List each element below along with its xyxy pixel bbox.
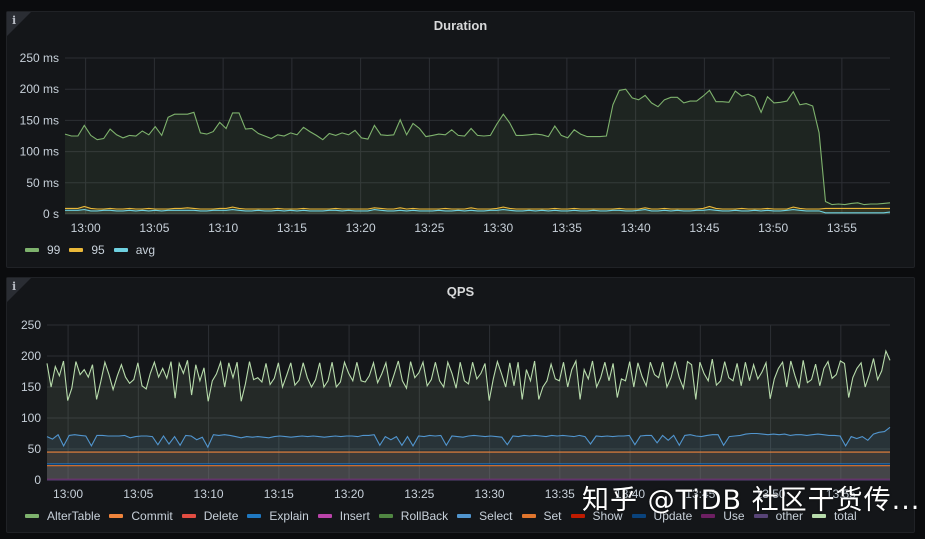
legend-label: 99 [47, 243, 61, 257]
legend-item-explain[interactable]: Explain [247, 509, 309, 523]
y-tick-label: 200 [21, 349, 41, 363]
legend-item-altertable[interactable]: AlterTable [25, 509, 100, 523]
y-tick-label: 50 [28, 442, 42, 456]
legend-swatch [25, 514, 39, 518]
x-tick-label: 13:55 [827, 221, 857, 235]
x-tick-label: 13:35 [552, 221, 582, 235]
legend-swatch [457, 514, 472, 518]
x-tick-label: 13:35 [545, 487, 575, 501]
legend-item-select[interactable]: Select [457, 509, 513, 523]
legend-item-delete[interactable]: Delete [181, 509, 239, 523]
legend-item-set[interactable]: Set [521, 509, 562, 523]
y-tick-label: 150 ms [20, 113, 59, 127]
legend-label: Select [479, 509, 513, 523]
x-tick-label: 13:05 [139, 221, 169, 235]
legend-item-rollback[interactable]: RollBack [378, 509, 449, 523]
x-tick-label: 13:25 [414, 221, 444, 235]
x-tick-label: 13:30 [475, 487, 505, 501]
legend-label: Set [543, 509, 562, 523]
x-tick-label: 13:20 [346, 221, 376, 235]
legend-swatch [181, 514, 196, 518]
y-tick-label: 0 s [43, 207, 59, 221]
duration-chart[interactable]: 0 s 50 ms 100 ms 150 ms 200 ms 250 ms 13:00 13:… [7, 12, 916, 269]
legend-label: Insert [339, 509, 370, 523]
y-tick-label: 100 [21, 411, 41, 425]
legend-swatch [521, 514, 536, 518]
legend-label: avg [135, 243, 156, 257]
x-tick-label: 13:40 [621, 221, 651, 235]
x-tick-label: 13:50 [758, 221, 788, 235]
legend-item-avg[interactable]: avg [113, 243, 156, 257]
legend-label: Commit [131, 509, 173, 523]
x-tick-label: 13:05 [123, 487, 153, 501]
x-tick-label: 13:30 [483, 221, 513, 235]
x-tick-label: 13:00 [53, 487, 83, 501]
legend-label: AlterTable [47, 509, 101, 523]
series-area-99 [65, 89, 890, 214]
x-tick-label: 13:45 [689, 221, 719, 235]
legend-item-95[interactable]: 95 [69, 243, 105, 257]
x-tick-label: 13:00 [71, 221, 101, 235]
legend-swatch [25, 248, 39, 252]
x-tick-label: 13:10 [208, 221, 238, 235]
x-tick-label: 13:15 [277, 221, 307, 235]
x-tick-label: 13:20 [334, 487, 364, 501]
legend-label: Explain [269, 509, 309, 523]
duration-legend: 99 95 avg [25, 243, 164, 257]
legend-label: RollBack [400, 509, 449, 523]
legend-swatch [317, 514, 332, 518]
y-tick-label: 100 ms [20, 145, 59, 159]
x-tick-label: 13:10 [194, 487, 224, 501]
legend-item-99[interactable]: 99 [25, 243, 60, 257]
legend-swatch [378, 514, 393, 518]
y-tick-label: 0 [34, 473, 41, 487]
legend-item-insert[interactable]: Insert [317, 509, 370, 523]
watermark: 知乎 @TiDB 社区干货传... [582, 485, 921, 516]
y-tick-label: 200 ms [20, 82, 59, 96]
legend-swatch [247, 514, 262, 518]
legend-item-commit[interactable]: Commit [109, 509, 173, 523]
x-tick-label: 13:15 [264, 487, 294, 501]
legend-swatch [69, 248, 84, 252]
y-tick-label: 250 [21, 318, 41, 332]
legend-swatch [113, 248, 128, 252]
legend-label: Delete [203, 509, 239, 523]
y-tick-label: 50 ms [26, 176, 59, 190]
duration-panel: i Duration 0 s 50 ms 100 ms 150 ms 200 ms 250… [6, 11, 915, 268]
y-tick-label: 250 ms [20, 51, 59, 65]
y-tick-label: 150 [21, 380, 41, 394]
legend-swatch [109, 514, 124, 518]
x-tick-label: 13:25 [404, 487, 434, 501]
legend-label: 95 [91, 243, 105, 257]
